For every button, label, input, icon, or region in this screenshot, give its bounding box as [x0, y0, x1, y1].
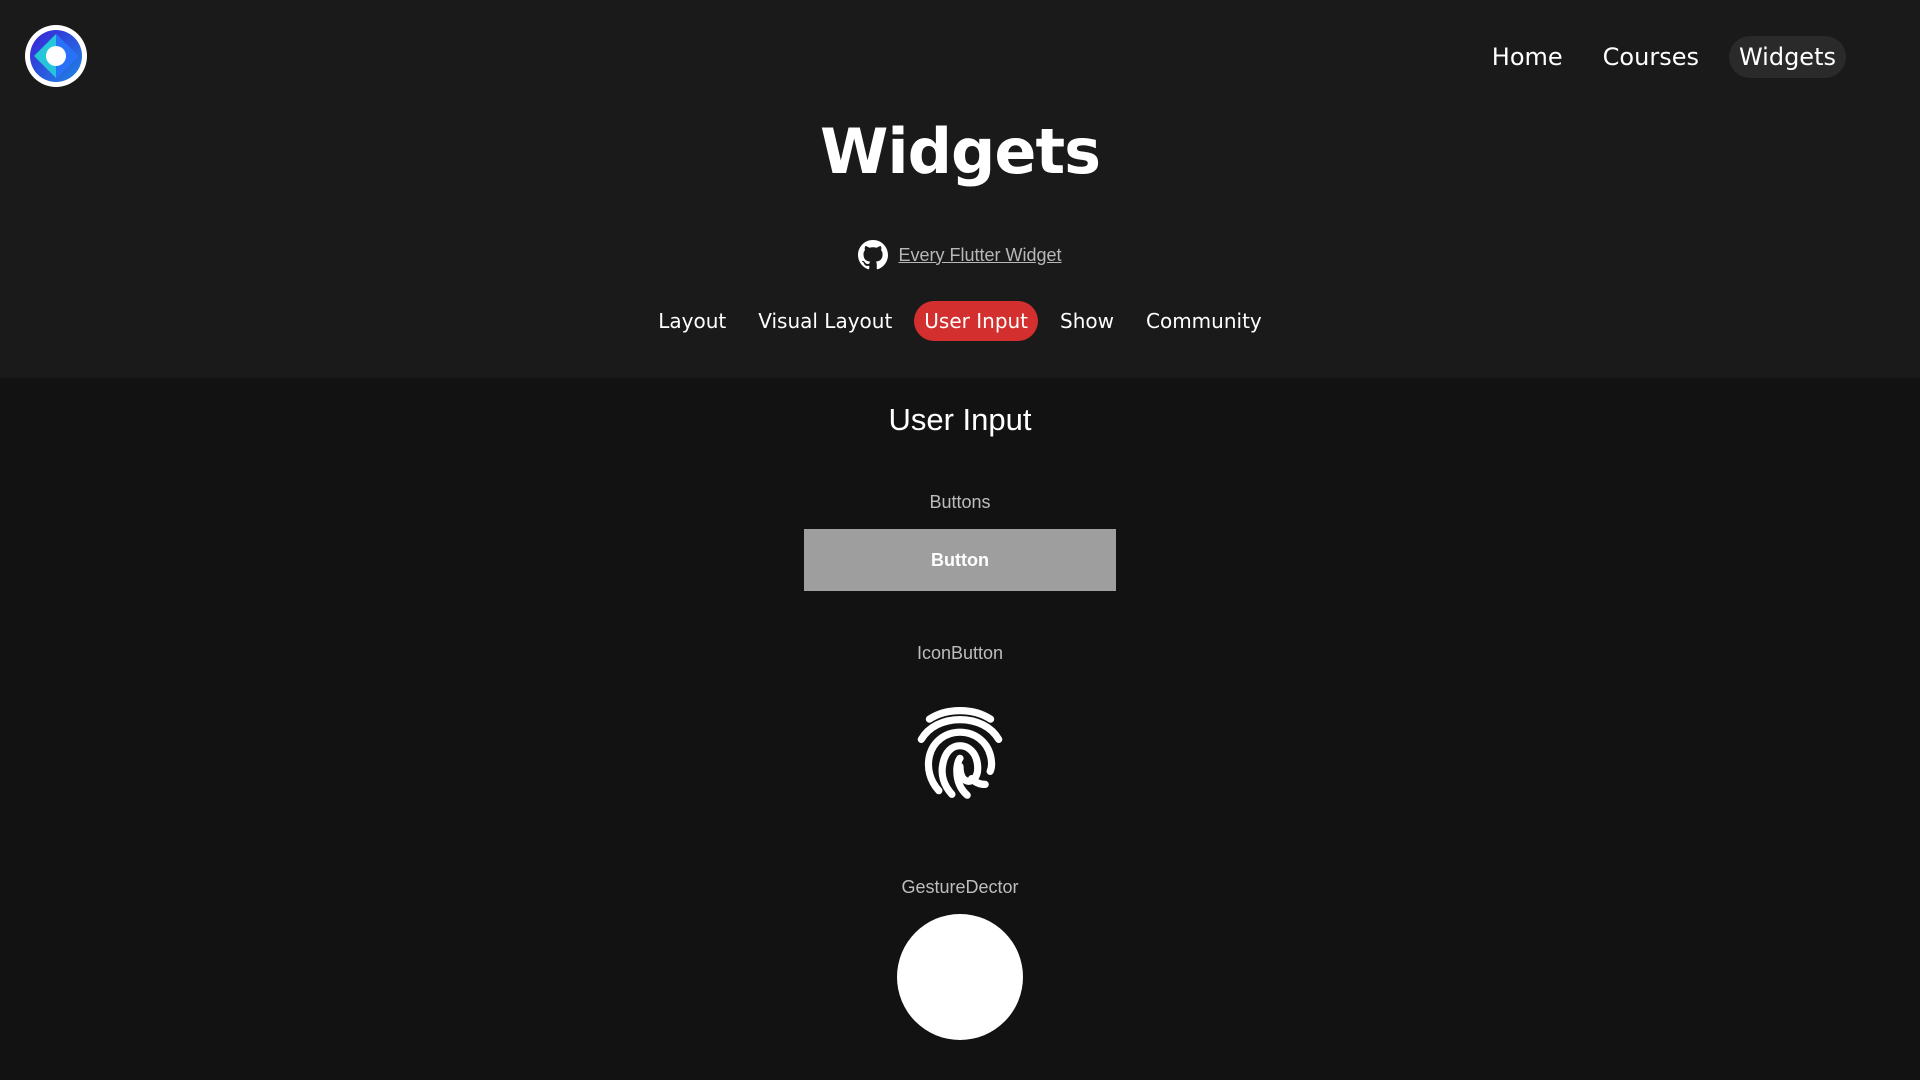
header: Home Courses Widgets Widgets Every Flutt…	[0, 0, 1920, 378]
tab-user-input[interactable]: User Input	[914, 301, 1039, 341]
tab-show[interactable]: Show	[1050, 301, 1124, 341]
every-flutter-widget-link[interactable]: Every Flutter Widget	[898, 245, 1061, 266]
page-title: Widgets	[820, 115, 1101, 188]
gesturedetector-label: GestureDector	[901, 877, 1019, 897]
tab-layout[interactable]: Layout	[648, 301, 736, 341]
fingerprint-icon[interactable]	[906, 696, 1014, 808]
repo-link-row: Every Flutter Widget	[0, 240, 1920, 270]
section-title: User Input	[888, 402, 1032, 437]
tab-visual-layout[interactable]: Visual Layout	[748, 301, 902, 341]
app-logo-icon[interactable]	[24, 24, 88, 88]
iconbutton-label: IconButton	[916, 643, 1004, 663]
nav-widgets[interactable]: Widgets	[1728, 36, 1846, 78]
tab-community[interactable]: Community	[1136, 301, 1272, 341]
buttons-label: Buttons	[929, 492, 991, 512]
demo-button[interactable]: Button	[804, 529, 1116, 591]
nav-home[interactable]: Home	[1482, 36, 1573, 78]
github-icon	[858, 240, 889, 270]
category-nav: Layout Visual Layout User Input Show Com…	[0, 301, 1920, 341]
gesture-detector-circle[interactable]	[897, 914, 1023, 1040]
nav-courses[interactable]: Courses	[1593, 36, 1709, 78]
top-nav: Home Courses Widgets	[1482, 36, 1846, 78]
